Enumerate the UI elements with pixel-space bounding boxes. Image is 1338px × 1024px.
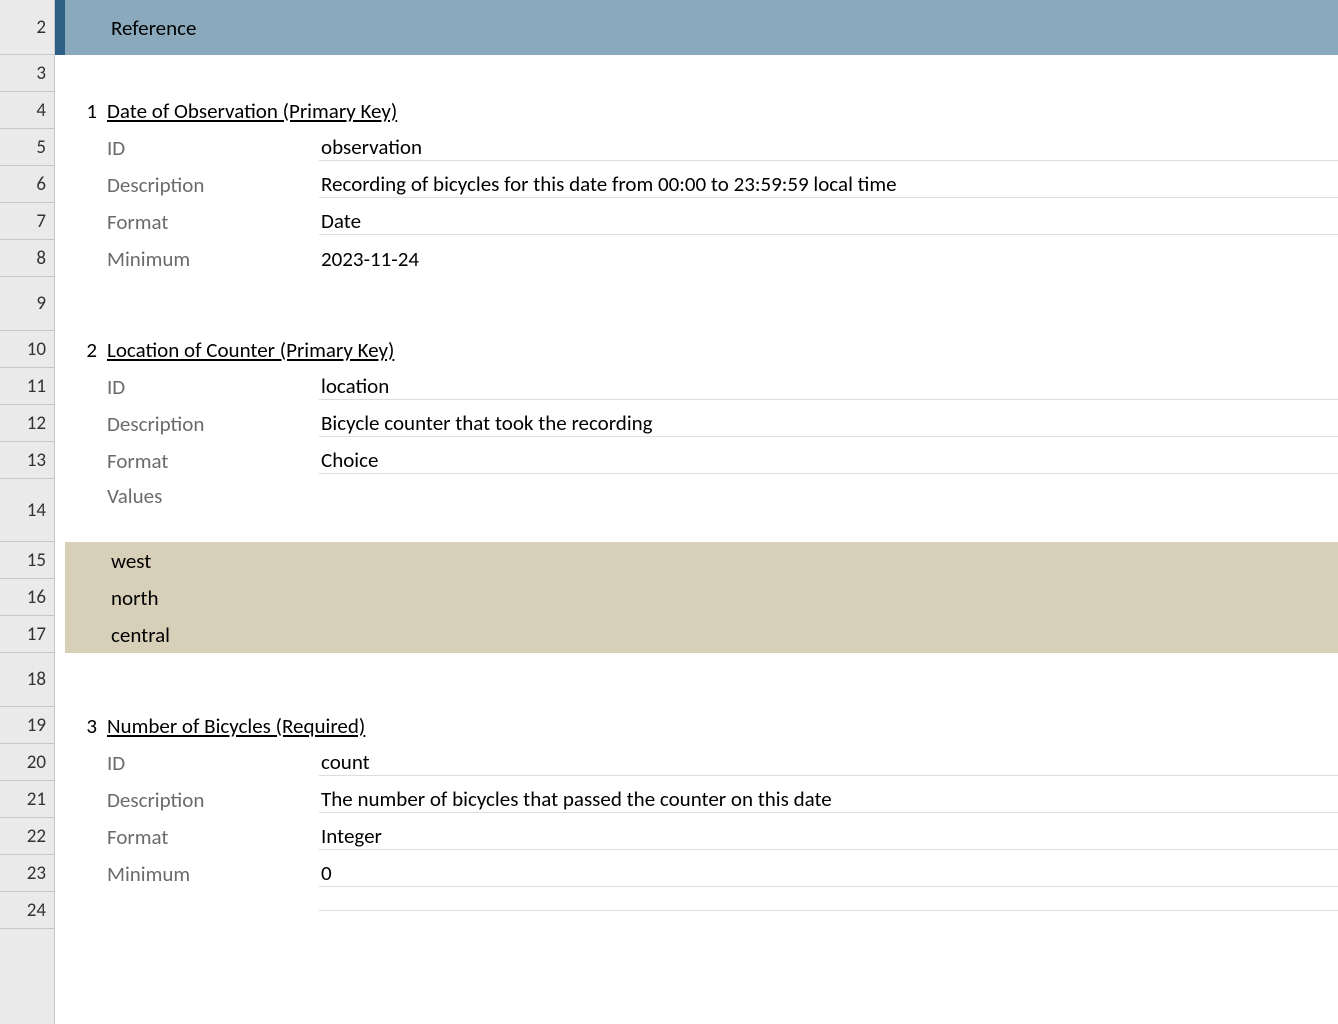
row-number[interactable]: 2 xyxy=(0,0,54,55)
field-seq: 1 xyxy=(65,98,107,124)
attr-value: The number of bicycles that passed the c… xyxy=(319,786,1338,813)
choice-value: north xyxy=(65,585,159,611)
attr-value: Integer xyxy=(319,823,1338,850)
row-number[interactable]: 9 xyxy=(0,277,54,331)
attr-label: Description xyxy=(65,172,319,198)
field-attr-row[interactable]: Format Date xyxy=(65,203,1338,240)
blank-row[interactable] xyxy=(65,653,1338,707)
row-number[interactable]: 3 xyxy=(0,55,54,92)
attr-label: Description xyxy=(65,411,319,437)
row-number[interactable]: 20 xyxy=(0,744,54,781)
blank-row[interactable] xyxy=(65,277,1338,331)
row-number[interactable]: 14 xyxy=(0,479,54,542)
row-number[interactable]: 22 xyxy=(0,818,54,855)
attr-label: Values xyxy=(65,483,319,509)
choice-value: central xyxy=(65,622,170,648)
attr-value: 0 xyxy=(319,860,1338,887)
field-title-row[interactable]: 2 Location of Counter (Primary Key) xyxy=(65,331,1338,368)
attr-value: count xyxy=(319,749,1338,776)
attr-label: Description xyxy=(65,787,319,813)
attr-label: ID xyxy=(65,750,319,776)
choice-row[interactable]: west xyxy=(65,542,1338,579)
row-number[interactable]: 8 xyxy=(0,240,54,277)
attr-label: Minimum xyxy=(65,246,319,272)
row-gutter: 2 3 4 5 6 7 8 9 10 11 12 13 14 15 16 17 … xyxy=(0,0,55,1024)
field-attr-row[interactable]: Format Integer xyxy=(65,818,1338,855)
attr-label: ID xyxy=(65,135,319,161)
sheet-content: Reference 1 Date of Observation (Primary… xyxy=(65,0,1338,929)
choice-row[interactable]: central xyxy=(65,616,1338,653)
field-title-row[interactable]: 1 Date of Observation (Primary Key) xyxy=(65,92,1338,129)
attr-value: Bicycle counter that took the recording xyxy=(319,410,1338,437)
row-number[interactable]: 11 xyxy=(0,368,54,405)
row-number[interactable]: 24 xyxy=(0,892,54,929)
field-attr-row[interactable]: Description Recording of bicycles for th… xyxy=(65,166,1338,203)
field-attr-row[interactable]: ID observation xyxy=(65,129,1338,166)
row-number[interactable]: 21 xyxy=(0,781,54,818)
field-attr-row[interactable]: Values xyxy=(65,479,1338,542)
row-number[interactable]: 4 xyxy=(0,92,54,129)
attr-value xyxy=(319,910,1338,911)
choice-row[interactable]: north xyxy=(65,579,1338,616)
field-attr-row[interactable] xyxy=(65,892,1338,929)
field-title: Number of Bicycles (Required) xyxy=(107,713,365,739)
attr-value: location xyxy=(319,373,1338,400)
field-title-row[interactable]: 3 Number of Bicycles (Required) xyxy=(65,707,1338,744)
field-attr-row[interactable]: ID count xyxy=(65,744,1338,781)
section-header-label: Reference xyxy=(65,15,197,41)
row-number[interactable]: 5 xyxy=(0,129,54,166)
row-number[interactable]: 13 xyxy=(0,442,54,479)
field-title: Date of Observation (Primary Key) xyxy=(107,98,397,124)
field-attr-row[interactable]: ID location xyxy=(65,368,1338,405)
row-number[interactable]: 10 xyxy=(0,331,54,368)
attr-label: Minimum xyxy=(65,861,319,887)
choice-value: west xyxy=(65,548,151,574)
attr-value: Date xyxy=(319,208,1338,235)
row-number[interactable]: 23 xyxy=(0,855,54,892)
field-title: Location of Counter (Primary Key) xyxy=(107,337,394,363)
row-number[interactable]: 15 xyxy=(0,542,54,579)
row-number[interactable]: 19 xyxy=(0,707,54,744)
attr-value: observation xyxy=(319,134,1338,161)
field-attr-row[interactable]: Minimum 2023-11-24 xyxy=(65,240,1338,277)
attr-value: 2023-11-24 xyxy=(319,246,1338,272)
row-number[interactable]: 18 xyxy=(0,653,54,707)
field-attr-row[interactable]: Description Bicycle counter that took th… xyxy=(65,405,1338,442)
field-attr-row[interactable]: Minimum 0 xyxy=(65,855,1338,892)
field-attr-row[interactable]: Description The number of bicycles that … xyxy=(65,781,1338,818)
field-seq: 2 xyxy=(65,337,107,363)
row-number[interactable]: 17 xyxy=(0,616,54,653)
attr-value: Choice xyxy=(319,447,1338,474)
attr-label: Format xyxy=(65,209,319,235)
attr-label: Format xyxy=(65,824,319,850)
field-attr-row[interactable]: Format Choice xyxy=(65,442,1338,479)
attr-label: Format xyxy=(65,448,319,474)
row-number[interactable]: 16 xyxy=(0,579,54,616)
attr-label: ID xyxy=(65,374,319,400)
section-header[interactable]: Reference xyxy=(65,0,1338,55)
field-seq: 3 xyxy=(65,713,107,739)
header-accent xyxy=(55,0,65,55)
row-number[interactable]: 12 xyxy=(0,405,54,442)
row-number[interactable]: 6 xyxy=(0,166,54,203)
attr-value: Recording of bicycles for this date from… xyxy=(319,171,1338,198)
blank-row[interactable] xyxy=(65,55,1338,92)
row-number[interactable]: 7 xyxy=(0,203,54,240)
